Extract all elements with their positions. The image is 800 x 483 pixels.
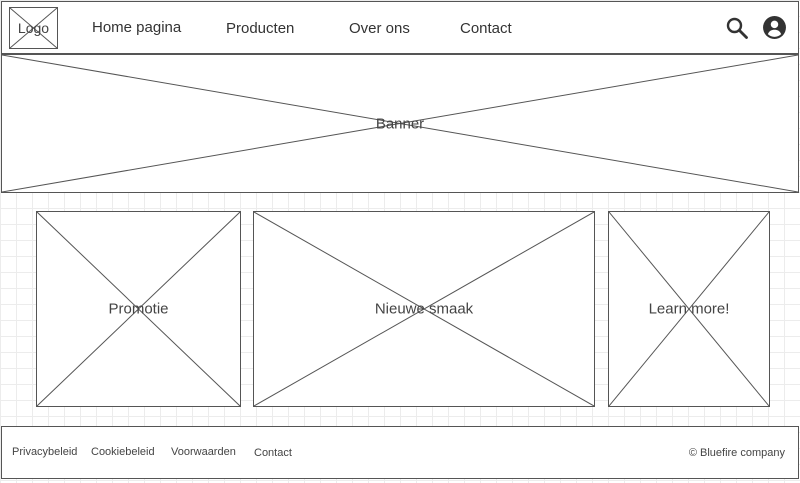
banner: Banner — [1, 54, 799, 193]
footer-link-voorwaarden[interactable]: Voorwaarden — [171, 446, 236, 458]
nav-producten[interactable]: Producten — [226, 20, 294, 37]
logo-label: Logo — [17, 20, 50, 36]
card-label: Learn more! — [648, 300, 730, 318]
footer-link-privacybeleid[interactable]: Privacybeleid — [12, 446, 77, 458]
nav-contact[interactable]: Contact — [460, 20, 512, 37]
banner-label: Banner — [375, 115, 425, 132]
copyright: © Bluefire company — [688, 447, 785, 459]
footer-link-cookiebeleid[interactable]: Cookiebeleid — [91, 446, 155, 458]
card-label: Nieuwe smaak — [374, 300, 474, 318]
footer-link-contact[interactable]: Contact — [254, 447, 292, 459]
card-nieuwe-smaak[interactable]: Nieuwe smaak — [253, 211, 595, 407]
card-promotie[interactable]: Promotie — [36, 211, 241, 407]
nav-home[interactable]: Home pagina — [92, 19, 181, 36]
nav-over-ons[interactable]: Over ons — [349, 20, 410, 37]
header: Logo Home pagina Producten Over ons Cont… — [1, 1, 799, 54]
footer: Privacybeleid Cookiebeleid Voorwaarden C… — [1, 426, 799, 479]
account-icon[interactable] — [762, 15, 787, 40]
card-learn-more[interactable]: Learn more! — [608, 211, 770, 407]
search-icon[interactable] — [725, 16, 749, 40]
card-label: Promotie — [108, 300, 169, 318]
logo[interactable]: Logo — [9, 7, 58, 49]
